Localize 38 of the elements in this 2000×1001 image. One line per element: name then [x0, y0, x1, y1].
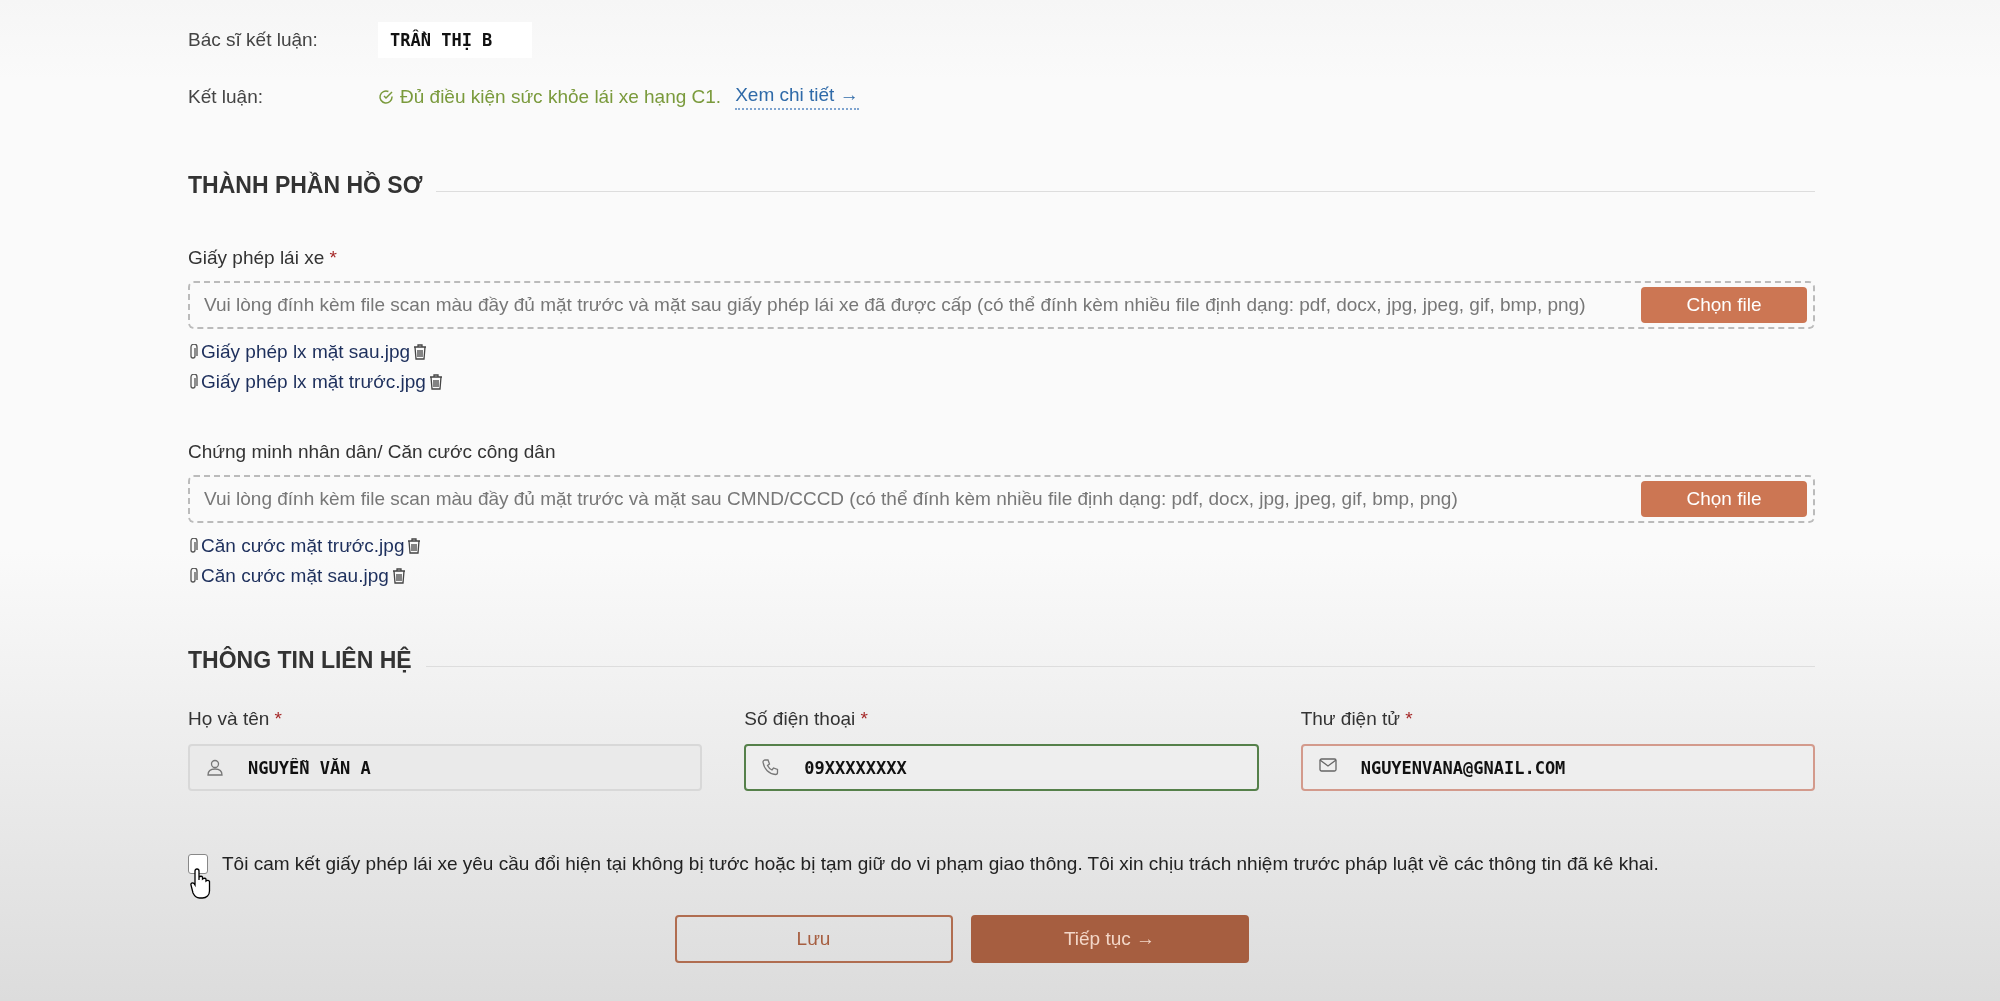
- drop-zone-hint: Vui lòng đính kèm file scan màu đầy đủ mặt trước và mặt sau giấy phép lái xe đã được cấp (có thể đính kèm nhiều file định dạng: pdf, docx, jpg, jpeg, gif, bmp, png): [204, 294, 1586, 316]
- paperclip-icon: [188, 374, 198, 390]
- field-label: Họ và tên *: [188, 708, 283, 730]
- trash-icon[interactable]: [391, 568, 406, 584]
- paperclip-icon: [188, 344, 198, 360]
- agreement-text: Tôi cam kết giấy phép lái xe yêu cầu đổi hiện tại không bị tước hoặc bị tạm giữ do vi phạm giao thông. Tôi xin chịu trách nhiệm trước pháp luật về các thông tin đã kê khai.: [222, 853, 1659, 875]
- section-heading: THÀNH PHẦN HỒ SƠ: [188, 172, 423, 199]
- text-field[interactable]: 09XXXXXXXX: [744, 744, 1259, 791]
- file-drop-zone[interactable]: Vui lòng đính kèm file scan màu đầy đủ mặt trước và mặt sau CMND/CCCD (có thể đính kèm nhiều file định dạng: pdf, docx, jpg, jpeg, gif, bmp, png) Chọn file: [188, 475, 1815, 523]
- save-button[interactable]: Lưu: [674, 915, 953, 963]
- paperclip-icon: [188, 568, 198, 584]
- continue-button[interactable]: Tiếp tục →: [970, 915, 1249, 963]
- paperclip-icon: [188, 538, 198, 554]
- trash-icon[interactable]: [407, 538, 422, 554]
- text-field[interactable]: NGUYỄN VĂN A: [188, 744, 703, 791]
- field-label: Giấy phép lái xe *: [188, 247, 338, 269]
- drop-zone-hint: Vui lòng đính kèm file scan màu đầy đủ mặt trước và mặt sau CMND/CCCD (có thể đính kèm nhiều file định dạng: pdf, docx, jpg, jpeg, gif, bmp, png): [204, 488, 1458, 510]
- field-label: Kết luận:: [188, 86, 264, 108]
- field-label: Thư điện tử *: [1300, 708, 1414, 730]
- file-drop-zone[interactable]: Vui lòng đính kèm file scan màu đầy đủ mặt trước và mặt sau giấy phép lái xe đã được cấp (có thể đính kèm nhiều file định dạng: pdf, docx, jpg, jpeg, gif, bmp, png) Chọn file: [188, 281, 1815, 329]
- person-icon: [206, 758, 224, 776]
- section-heading: THÔNG TIN LIÊN HỆ: [188, 647, 412, 674]
- details-link[interactable]: Xem chi tiết →: [735, 84, 859, 110]
- attached-file-link[interactable]: Giấy phép lx mặt sau.jpg: [201, 341, 411, 363]
- checkbox[interactable]: [188, 854, 208, 874]
- attached-file-link[interactable]: Căn cước mặt sau.jpg: [201, 565, 389, 587]
- attached-file-link[interactable]: Giấy phép lx mặt trước.jpg: [201, 371, 426, 393]
- conclusion-text: Đủ điều kiện sức khỏe lái xe hạng C1.: [400, 86, 722, 108]
- trash-icon[interactable]: [428, 374, 443, 390]
- phone-icon: [762, 758, 781, 776]
- field-label: Chứng minh nhân dân/ Căn cước công dân: [188, 441, 557, 463]
- text-field[interactable]: NGUYENVANA@GNAIL.COM: [1300, 744, 1815, 791]
- attached-file-link[interactable]: Căn cước mặt trước.jpg: [201, 535, 405, 557]
- trash-icon[interactable]: [413, 344, 428, 360]
- field-label: Số điện thoại *: [744, 708, 869, 730]
- mail-icon: [1318, 758, 1337, 772]
- doctor-name: TRẦN THỊ B: [378, 22, 532, 58]
- field-label: Bác sĩ kết luận:: [188, 29, 319, 51]
